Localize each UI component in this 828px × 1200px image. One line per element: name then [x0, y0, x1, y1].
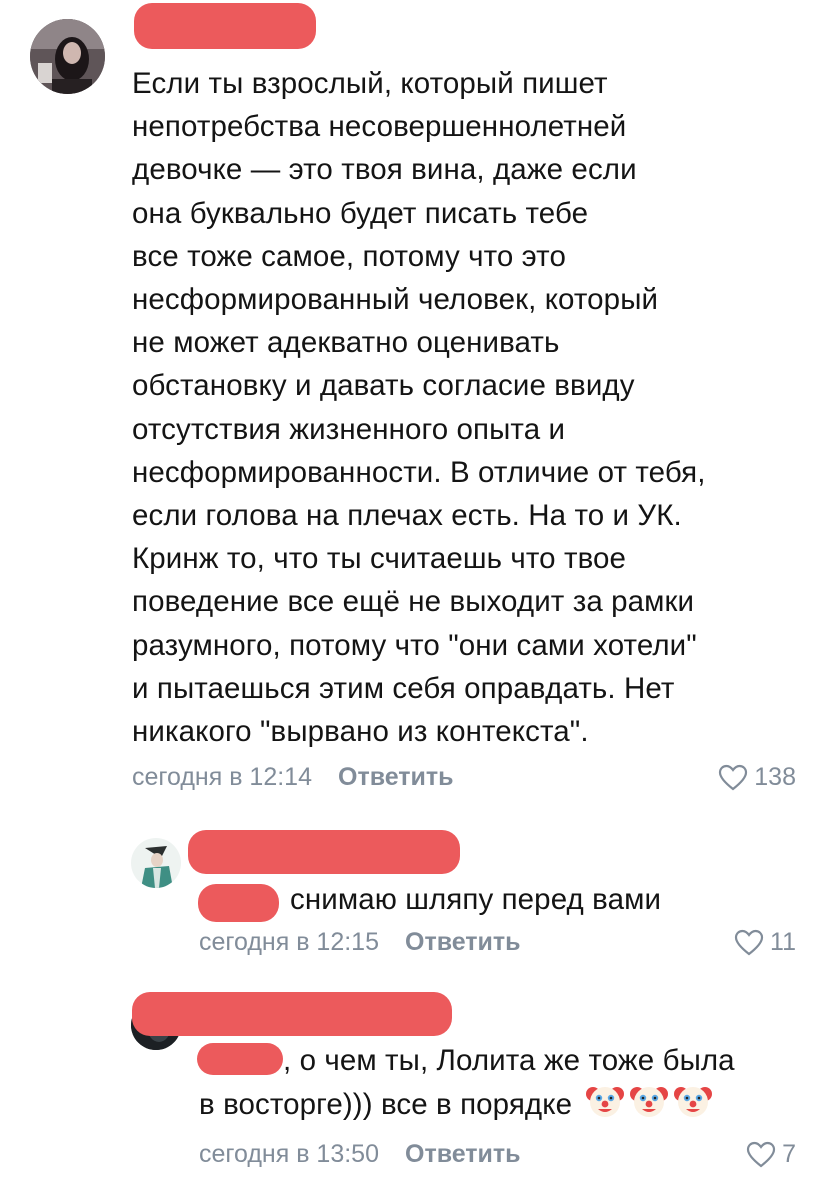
heart-outline-icon	[734, 929, 764, 956]
avatar[interactable]	[30, 19, 105, 94]
heart-outline-icon	[746, 1141, 776, 1168]
clown-face-icon	[674, 1082, 713, 1132]
comment-line: она буквально будет писать тебе	[132, 196, 589, 230]
comment-line: в восторге))) все в порядке	[199, 1082, 735, 1132]
comment-line: поведение все ещё не выходит за рамки	[132, 585, 695, 619]
reply-button[interactable]: Ответить	[405, 928, 521, 956]
like-count: 7	[782, 1140, 796, 1168]
comment-line: Если ты взрослый, который пишет	[132, 67, 608, 100]
heart-outline-icon	[719, 764, 748, 791]
redacted-author-name	[188, 830, 460, 874]
redacted-author-name	[132, 992, 452, 1036]
comment-line: и пытаешься этим себя оправдать. Нет	[132, 671, 675, 705]
comment-line: если голова на плечах есть. На то и УК.	[132, 499, 682, 533]
comment-meta: сегодня в 13:50 Ответить	[199, 1140, 521, 1169]
comment-line: все тоже самое, потому что это	[132, 239, 566, 273]
comment-line: несформированности. В отличие от тебя,	[132, 455, 706, 489]
comment-line: несформированный человек, который	[132, 283, 659, 317]
comment-meta: сегодня в 12:15 Ответить	[199, 928, 521, 957]
redacted-author-name	[134, 3, 316, 49]
clown-face-icon	[630, 1082, 669, 1132]
like-button[interactable]: 11	[734, 928, 796, 957]
like-button[interactable]: 138	[718, 763, 796, 792]
like-button[interactable]: 7	[746, 1140, 796, 1169]
comment-text: , о чем ты, Лолита же тоже была в востор…	[199, 1039, 735, 1132]
comment-line: отсутствия жизненного опыта и	[132, 412, 566, 446]
comment-line: непотребства несовершеннолетней	[132, 110, 627, 144]
comment-line: Кринж то, что ты считаешь что твое	[132, 542, 627, 576]
avatar[interactable]	[131, 838, 181, 888]
comment-line: снимаю шляпу перед вами	[290, 883, 662, 916]
timestamp: сегодня в 13:50	[199, 1140, 379, 1168]
clown-face-icon	[586, 1082, 625, 1132]
comment-line: обстановку и давать согласие ввиду	[132, 369, 635, 403]
like-count: 11	[770, 928, 796, 956]
timestamp: сегодня в 12:15	[199, 928, 379, 956]
comment-text: Если ты взрослый, который пишет непотреб…	[132, 62, 706, 753]
comment-line: , о чем ты, Лолита же тоже была	[283, 1044, 735, 1077]
reply-button[interactable]: Ответить	[405, 1140, 521, 1168]
comment-text: снимаю шляпу перед вами	[290, 878, 661, 921]
comment-line: разумного, потому что "они сами хотели"	[132, 628, 697, 662]
comment-meta: сегодня в 12:14 Ответить	[132, 763, 454, 792]
comment-line-text: в восторге))) все в порядке	[199, 1088, 573, 1122]
redacted-mention	[198, 884, 279, 922]
comment-line: никакого "вырвано из контекста".	[132, 715, 589, 749]
like-count: 138	[754, 763, 796, 791]
timestamp: сегодня в 12:14	[132, 763, 312, 791]
reply-button[interactable]: Ответить	[338, 763, 454, 791]
comment-line: не может адекватно оценивать	[132, 326, 560, 360]
comment-line: девочке — это твоя вина, даже если	[132, 153, 637, 187]
